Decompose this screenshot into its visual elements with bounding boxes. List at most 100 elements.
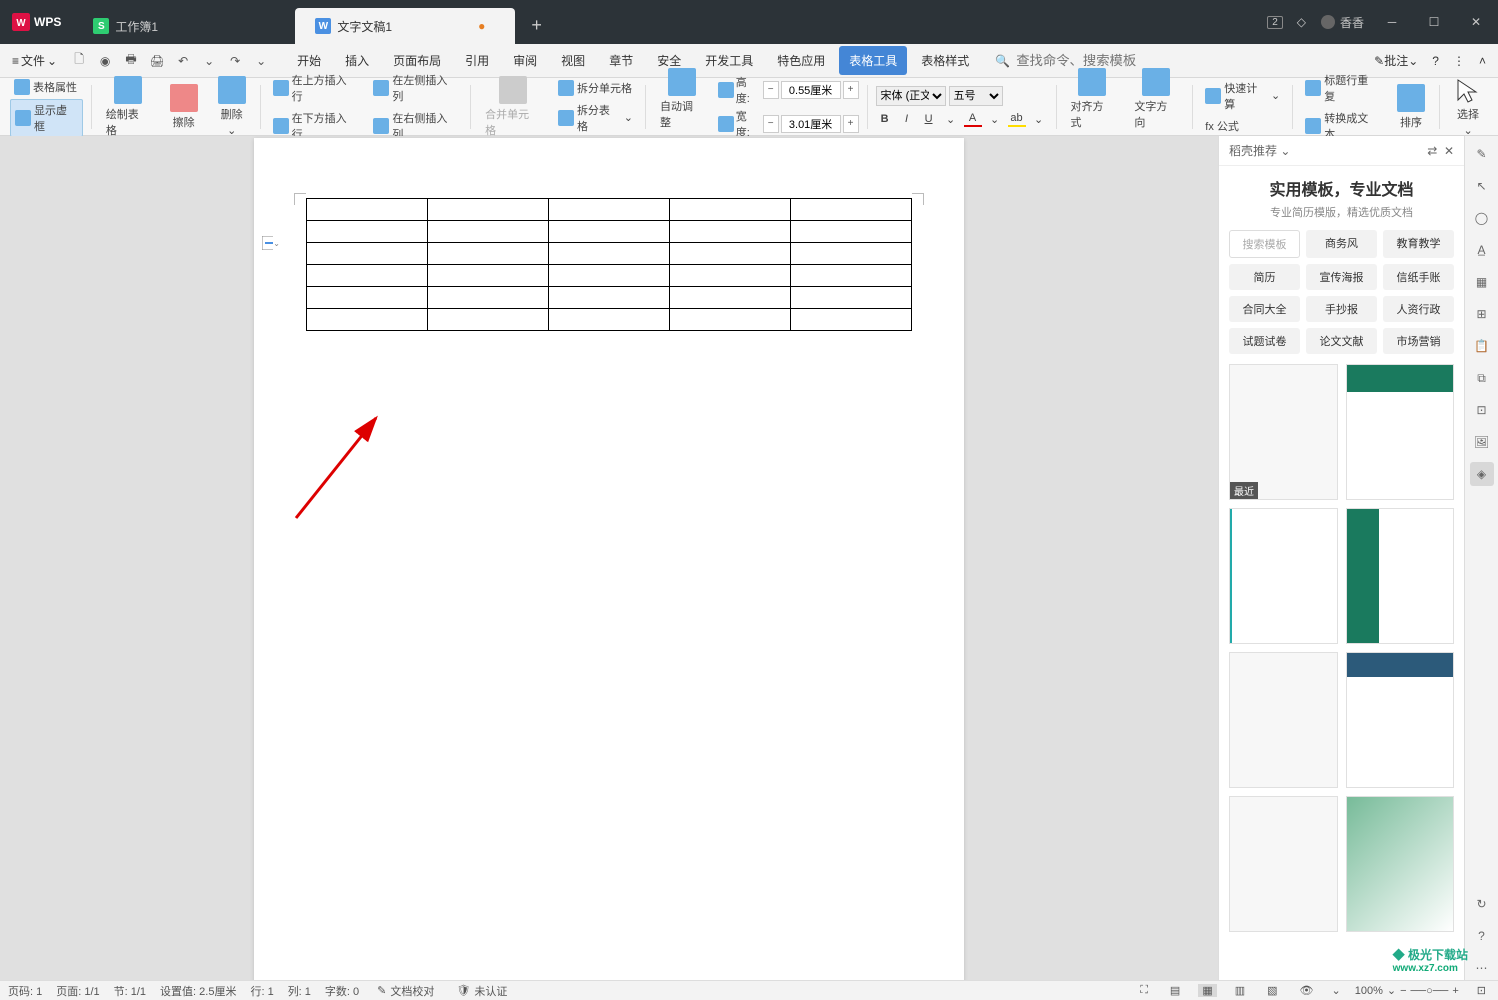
rail-image-icon[interactable]: 🖼 — [1470, 430, 1494, 454]
notification-badge[interactable]: 2 — [1267, 16, 1283, 29]
rail-edit-icon[interactable]: ✎ — [1470, 142, 1494, 166]
template-thumbnail[interactable] — [1229, 508, 1338, 644]
table-cell[interactable] — [791, 309, 912, 331]
save-icon[interactable]: 🗋 — [69, 51, 89, 71]
redo-icon[interactable]: ↷ — [225, 51, 245, 71]
rail-history-icon[interactable]: ↻ — [1470, 892, 1494, 916]
minimize-button[interactable]: ─ — [1378, 8, 1406, 36]
italic-button[interactable]: I — [898, 111, 916, 127]
table-cell[interactable] — [428, 287, 549, 309]
height-plus[interactable]: + — [843, 81, 859, 99]
table-cell[interactable] — [670, 199, 791, 221]
print-icon[interactable]: 🖶 — [121, 51, 141, 71]
annotate-button[interactable]: ✎批注⌄ — [1374, 52, 1418, 69]
table-cell[interactable] — [670, 265, 791, 287]
rail-text-icon[interactable]: A̲ — [1470, 238, 1494, 262]
text-direction-button[interactable]: 文字方向⌄ — [1128, 66, 1184, 147]
table-anchor-handle[interactable]: ⌄ — [262, 234, 280, 252]
rail-more-icon[interactable]: ⋯ — [1470, 956, 1494, 980]
add-tab-button[interactable]: + — [517, 7, 556, 44]
table-cell[interactable] — [791, 243, 912, 265]
zoom-in-button[interactable]: + — [1452, 985, 1458, 997]
zoom-value[interactable]: 100% — [1355, 985, 1383, 997]
chip-education[interactable]: 教育教学 — [1383, 230, 1454, 258]
rail-cursor-icon[interactable]: ↖ — [1470, 174, 1494, 198]
table-cell[interactable] — [307, 265, 428, 287]
view-outline-icon[interactable]: ▧ — [1263, 984, 1281, 997]
document-area[interactable]: ⌄ — [0, 136, 1218, 980]
template-thumbnail[interactable] — [1346, 796, 1455, 932]
table-cell[interactable] — [307, 199, 428, 221]
formula-button[interactable]: fx 公式 — [1201, 116, 1284, 136]
height-minus[interactable]: − — [763, 81, 779, 99]
table-cell[interactable] — [791, 199, 912, 221]
width-input[interactable] — [781, 115, 841, 133]
template-search-chip[interactable]: 搜索模板 — [1229, 230, 1300, 258]
table-properties-button[interactable]: 表格属性 — [10, 77, 83, 97]
chip-handcopy[interactable]: 手抄报 — [1306, 296, 1377, 322]
split-cells-button[interactable]: 拆分单元格 — [554, 78, 637, 98]
table-cell[interactable] — [428, 265, 549, 287]
fit-page-icon[interactable]: ⊡ — [1473, 984, 1490, 997]
status-page-of[interactable]: 页面: 1/1 — [56, 983, 99, 999]
table-cell[interactable] — [791, 221, 912, 243]
tab-document[interactable]: W 文字文稿1 ● — [295, 8, 515, 44]
eraser-button[interactable]: 擦除 — [164, 82, 204, 132]
document-table[interactable] — [306, 198, 912, 331]
tab-tablestyle[interactable]: 表格样式 — [911, 46, 979, 75]
file-menu[interactable]: ≡ 文件 ⌄ — [6, 52, 63, 69]
status-unverified[interactable]: 🛡未认证 — [452, 983, 511, 999]
template-thumbnail[interactable] — [1229, 796, 1338, 932]
help-icon[interactable]: ? — [1432, 54, 1439, 68]
table-cell[interactable] — [428, 243, 549, 265]
table-cell[interactable] — [549, 309, 670, 331]
tab-review[interactable]: 审阅 — [503, 46, 547, 75]
panel-close-icon[interactable]: ✕ — [1444, 144, 1454, 158]
chip-poster[interactable]: 宣传海报 — [1306, 264, 1377, 290]
rail-clipboard-icon[interactable]: 📋 — [1470, 334, 1494, 358]
font-color-button[interactable]: A — [964, 111, 982, 127]
highlight-button[interactable]: ab — [1008, 111, 1026, 127]
table-cell[interactable] — [428, 309, 549, 331]
status-proofing[interactable]: ✎文档校对 — [373, 983, 438, 999]
show-virtual-frame-button[interactable]: 显示虚框 — [10, 99, 83, 137]
chip-marketing[interactable]: 市场营销 — [1383, 328, 1454, 354]
title-row-repeat-button[interactable]: 标题行重复 — [1301, 70, 1383, 106]
view-page-icon[interactable]: ▤ — [1166, 984, 1184, 997]
underline-button[interactable]: U — [920, 111, 938, 127]
fullscreen-icon[interactable]: ⛶ — [1136, 984, 1152, 997]
align-button[interactable]: 对齐方式⌄ — [1065, 66, 1121, 147]
table-cell[interactable] — [670, 243, 791, 265]
font-name-select[interactable]: 宋体 (正文) — [876, 86, 946, 106]
status-page-no[interactable]: 页码: 1 — [8, 983, 42, 999]
template-thumbnail[interactable] — [1346, 508, 1455, 644]
rail-link-icon[interactable]: ⧉ — [1470, 366, 1494, 390]
maximize-button[interactable]: ☐ — [1420, 8, 1448, 36]
width-minus[interactable]: − — [763, 115, 779, 133]
tab-special[interactable]: 特色应用 — [767, 46, 835, 75]
undo-icon[interactable]: ↶ — [173, 51, 193, 71]
width-plus[interactable]: + — [843, 115, 859, 133]
rail-grid-icon[interactable]: ⊞ — [1470, 302, 1494, 326]
tab-chapter[interactable]: 章节 — [599, 46, 643, 75]
zoom-out-button[interactable]: − — [1400, 985, 1406, 997]
more-icon[interactable]: ⋮ — [1453, 54, 1465, 68]
chip-hr[interactable]: 人资行政 — [1383, 296, 1454, 322]
highlight-dropdown[interactable]: ⌄ — [1030, 111, 1048, 127]
font-color-dropdown[interactable]: ⌄ — [986, 111, 1004, 127]
table-cell[interactable] — [670, 287, 791, 309]
draw-table-button[interactable]: 绘制表格 — [100, 74, 156, 140]
status-word-count[interactable]: 字数: 0 — [325, 983, 359, 999]
bold-button[interactable]: B — [876, 111, 894, 127]
zoom-slider[interactable]: ──○── — [1411, 985, 1449, 997]
table-cell[interactable] — [307, 309, 428, 331]
status-setting[interactable]: 设置值: 2.5厘米 — [160, 983, 236, 999]
tab-view[interactable]: 视图 — [551, 46, 595, 75]
table-cell[interactable] — [670, 309, 791, 331]
chip-resume[interactable]: 简历 — [1229, 264, 1300, 290]
chip-paper[interactable]: 论文文献 — [1306, 328, 1377, 354]
view-print-icon[interactable]: ▦ — [1198, 984, 1216, 997]
quick-calc-button[interactable]: 快速计算⌄ — [1201, 78, 1284, 114]
view-web-icon[interactable]: ▥ — [1231, 984, 1249, 997]
split-table-button[interactable]: 拆分表格⌄ — [554, 100, 637, 136]
